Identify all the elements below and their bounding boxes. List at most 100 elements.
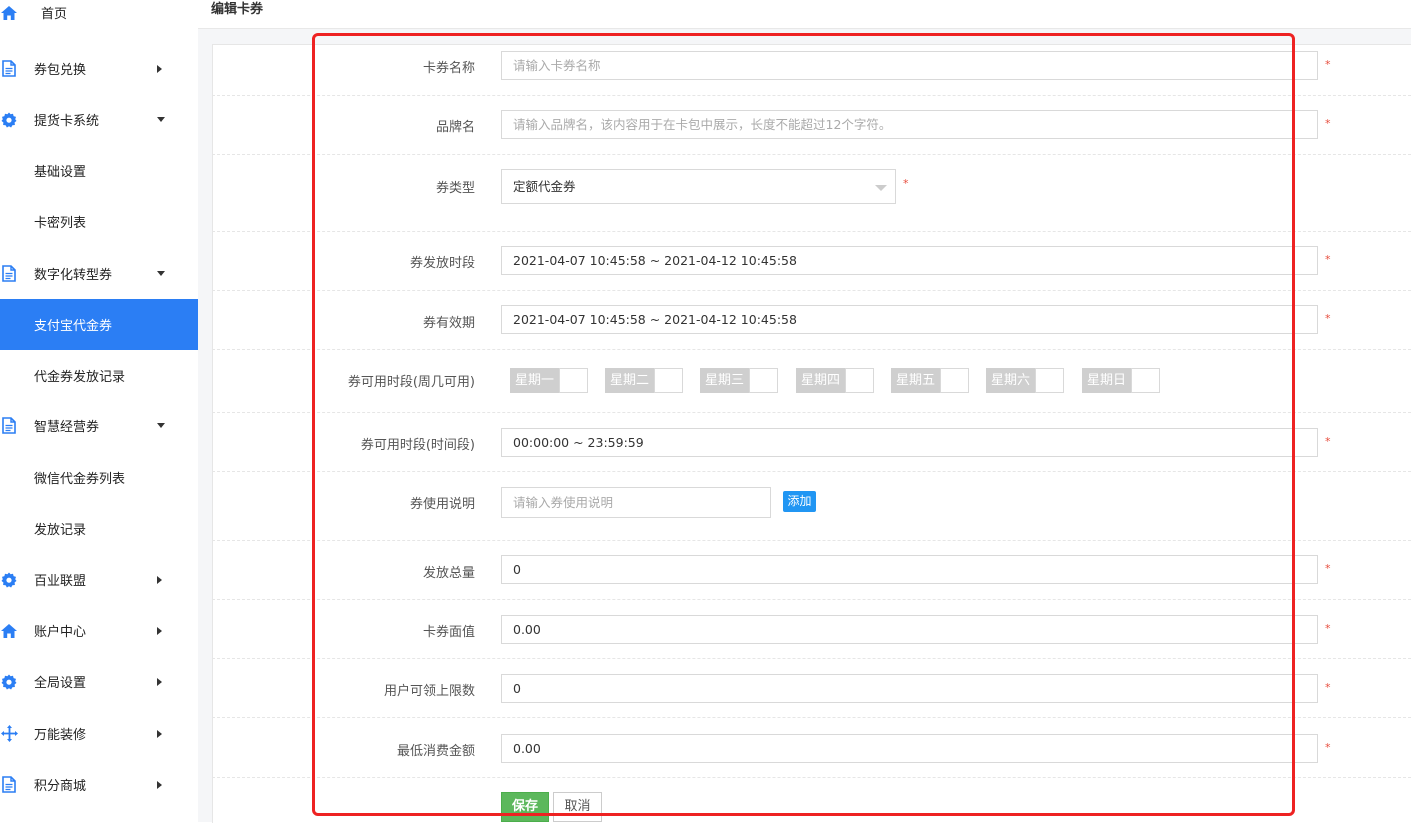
card-name-placeholder: 请输入卡券名称 <box>513 58 601 73</box>
sidebar-item-label: 微信代金券列表 <box>34 472 126 487</box>
user-limit-value: 0 <box>513 681 521 696</box>
min-spend-input[interactable]: 0.00 <box>501 734 1318 763</box>
toggle-label: 星期二 <box>605 368 655 393</box>
sidebar-item[interactable]: 账户中心 <box>0 605 198 656</box>
sidebar-item[interactable]: 积分商城 <box>0 759 198 810</box>
row-divider <box>212 349 1411 350</box>
required-mark: * <box>1325 253 1331 266</box>
sidebar-item[interactable]: 卡密列表 <box>0 196 198 247</box>
toggle-saturday[interactable]: 星期六 <box>986 368 1065 393</box>
sidebar-item[interactable]: 支付宝代金券 <box>0 299 198 350</box>
add-usage-button[interactable]: 添加 <box>783 491 816 512</box>
gear-icon <box>0 571 18 589</box>
sidebar-item-label: 积分商城 <box>34 779 87 794</box>
cancel-button[interactable]: 取消 <box>553 792 602 822</box>
row-divider <box>212 658 1411 659</box>
valid-period-label: 券有效期 <box>422 316 475 331</box>
brand-input[interactable]: 请输入品牌名，该内容用于在卡包中展示，长度不能超过12个字符。 <box>501 110 1318 139</box>
document-icon <box>0 417 18 435</box>
gear-icon <box>0 111 18 129</box>
total-value: 0 <box>513 562 521 577</box>
sidebar-item[interactable]: 首页 <box>0 0 198 38</box>
sidebar-item[interactable]: 提货卡系统 <box>0 94 198 145</box>
issue-period-label: 券发放时段 <box>409 256 475 271</box>
chevron-right-icon <box>157 64 162 73</box>
chevron-right-icon <box>157 626 162 635</box>
type-label: 券类型 <box>435 181 475 196</box>
sidebar-item[interactable]: 发放记录 <box>0 503 198 554</box>
sidebar-item-label: 支付宝代金券 <box>34 319 113 334</box>
required-mark: * <box>1325 741 1331 754</box>
toggle-label: 星期三 <box>700 368 750 393</box>
row-divider <box>212 599 1411 600</box>
row-divider <box>212 540 1411 541</box>
issue-period-input[interactable]: 2021-04-07 10:45:58 ~ 2021-04-12 10:45:5… <box>501 246 1318 275</box>
save-button[interactable]: 保存 <box>501 792 549 822</box>
toggle-tuesday[interactable]: 星期二 <box>605 368 684 393</box>
sidebar-item-label: 账户中心 <box>34 625 87 640</box>
sidebar-item[interactable]: 百业联盟 <box>0 554 198 605</box>
toggle-sunday[interactable]: 星期日 <box>1082 368 1161 393</box>
page-title: 编辑卡券 <box>211 2 264 17</box>
total-label: 发放总量 <box>422 566 475 581</box>
chevron-down-icon <box>157 117 165 122</box>
sidebar-item[interactable]: 代金券发放记录 <box>0 350 198 401</box>
row-divider <box>212 95 1411 96</box>
required-mark: * <box>903 177 909 190</box>
toggle-wednesday[interactable]: 星期三 <box>700 368 779 393</box>
time-range-input[interactable]: 00:00:00 ~ 23:59:59 <box>501 428 1318 457</box>
chevron-down-icon <box>157 271 165 276</box>
card-name-input[interactable]: 请输入卡券名称 <box>501 51 1318 80</box>
chevron-right-icon <box>157 780 162 789</box>
sidebar-item-label: 卡密列表 <box>34 216 87 231</box>
min-spend-label: 最低消费金额 <box>396 744 475 759</box>
sidebar-item[interactable]: 全局设置 <box>0 656 198 707</box>
sidebar-item[interactable]: 基础设置 <box>0 145 198 196</box>
sidebar-item-label: 百业联盟 <box>34 574 87 589</box>
sidebar-item[interactable]: 券包兑换 <box>0 43 198 94</box>
sidebar: 首页券包兑换提货卡系统基础设置卡密列表数字化转型券 支付宝代金券 代金券发放记录智慧… <box>0 0 198 822</box>
toggle-thursday[interactable]: 星期四 <box>796 368 875 393</box>
required-mark: * <box>1325 562 1331 575</box>
face-value-label: 卡券面值 <box>422 625 475 640</box>
time-range-label: 券可用时段(时间段) <box>360 438 475 453</box>
sidebar-item-label: 数字化转型券 <box>34 268 113 283</box>
row-divider <box>212 231 1411 232</box>
chevron-right-icon <box>157 729 162 738</box>
toggle-switch <box>559 368 589 393</box>
brand-placeholder: 请输入品牌名，该内容用于在卡包中展示，长度不能超过12个字符。 <box>513 117 892 132</box>
total-input[interactable]: 0 <box>501 555 1318 584</box>
required-mark: * <box>1325 117 1331 130</box>
row-divider <box>212 777 1411 778</box>
row-divider <box>212 412 1411 413</box>
sidebar-item[interactable]: 数字化转型券 <box>0 248 198 299</box>
sidebar-item[interactable]: 智慧经营券 <box>0 400 198 451</box>
toggle-label: 星期五 <box>891 368 941 393</box>
sidebar-item[interactable]: 微信代金券列表 <box>0 452 198 503</box>
row-divider <box>212 154 1411 155</box>
toggle-switch <box>749 368 779 393</box>
sidebar-item-label: 提货卡系统 <box>34 114 100 129</box>
toggle-monday[interactable]: 星期一 <box>510 368 589 393</box>
usage-input[interactable]: 请输入券使用说明 <box>501 487 771 518</box>
chevron-right-icon <box>157 677 162 686</box>
row-divider <box>212 290 1411 291</box>
sidebar-item-label: 代金券发放记录 <box>34 370 126 385</box>
type-select[interactable]: 定额代金券 <box>501 169 896 204</box>
sidebar-item-label: 全局设置 <box>34 676 87 691</box>
sidebar-item-label: 券包兑换 <box>34 63 87 78</box>
usage-label: 券使用说明 <box>409 497 475 512</box>
required-mark: * <box>1325 622 1331 635</box>
required-mark: * <box>1325 435 1331 448</box>
toggle-label: 星期日 <box>1082 368 1132 393</box>
valid-period-input[interactable]: 2021-04-07 10:45:58 ~ 2021-04-12 10:45:5… <box>501 305 1318 334</box>
toggle-switch <box>845 368 875 393</box>
toggle-friday[interactable]: 星期五 <box>891 368 970 393</box>
valid-period-value: 2021-04-07 10:45:58 ~ 2021-04-12 10:45:5… <box>513 312 797 327</box>
sidebar-item-label: 万能装修 <box>34 728 87 743</box>
sidebar-item[interactable]: 万能装修 <box>0 708 198 759</box>
user-limit-input[interactable]: 0 <box>501 674 1318 703</box>
toggle-switch <box>1035 368 1065 393</box>
face-value-input[interactable]: 0.00 <box>501 615 1318 644</box>
move-icon <box>0 725 18 743</box>
